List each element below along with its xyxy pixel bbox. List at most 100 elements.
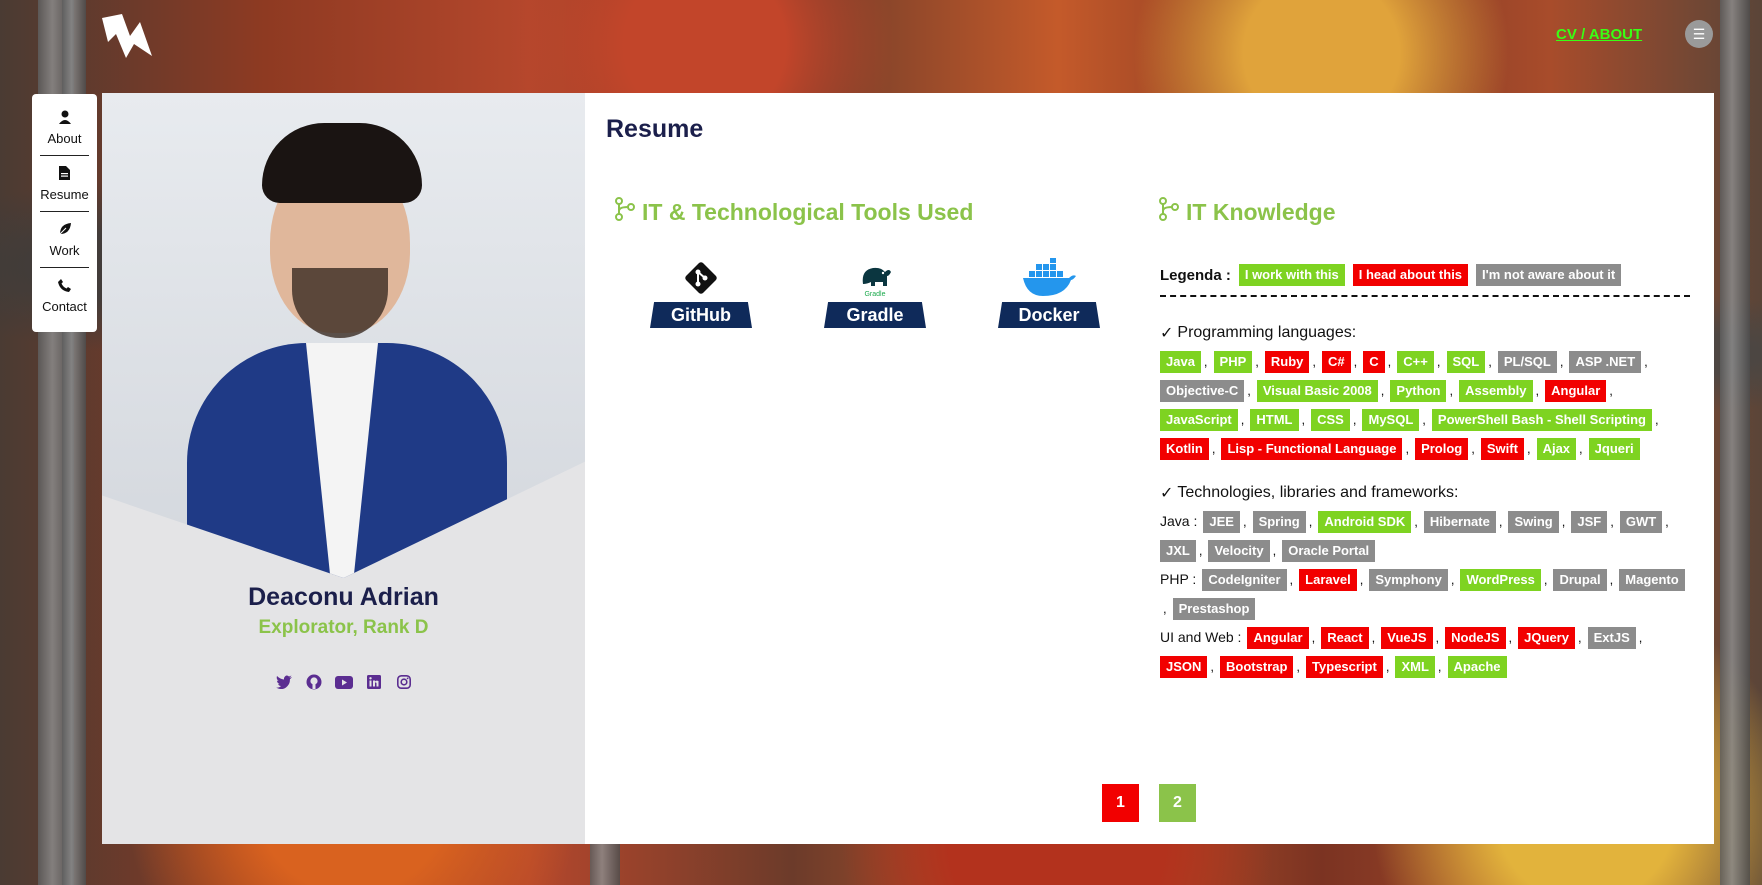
phone-icon (58, 278, 71, 296)
tag-separator: , (1449, 383, 1454, 398)
tool-label: GitHub (650, 302, 752, 328)
skill-tag: Symphony (1369, 569, 1448, 591)
legend-tag: I'm not aware about it (1476, 264, 1622, 286)
tag-separator: , (1203, 354, 1208, 369)
tag-separator: , (1471, 441, 1475, 456)
tag-separator: , (1211, 441, 1216, 456)
tag-separator: , (1414, 514, 1418, 529)
skill-tag: JSON (1160, 656, 1208, 678)
tag-separator: , (1610, 514, 1614, 529)
legend-tag: I head about this (1352, 264, 1469, 286)
branch-icon (614, 197, 636, 227)
site-logo[interactable] (100, 12, 154, 60)
tag-separator: , (1255, 354, 1259, 369)
skill-tag: JSF (1571, 511, 1608, 533)
tag-separator: , (1422, 412, 1426, 427)
tag-separator: , (1198, 543, 1203, 558)
skill-tag: Spring (1252, 511, 1306, 533)
page-button-1[interactable]: 1 (1102, 784, 1139, 822)
skill-tag: JavaScript (1160, 409, 1238, 431)
skill-tag: Magento (1619, 569, 1685, 591)
cv-about-link[interactable]: CV / ABOUT (1556, 26, 1642, 43)
menu-icon[interactable]: ☰ (1685, 20, 1713, 48)
skill-tag: ExtJS (1587, 627, 1636, 649)
skill-tag: Android SDK (1318, 511, 1412, 533)
skill-tag: Apache (1447, 656, 1507, 678)
tag-separator: , (1435, 630, 1440, 645)
tag-separator: , (1526, 441, 1531, 456)
nav-item-about[interactable]: About (40, 100, 89, 156)
check-icon: ✓ (1160, 485, 1174, 502)
tag-separator: , (1498, 514, 1503, 529)
tag-separator: , (1240, 412, 1245, 427)
tool-gradle: Gradle Gradle (824, 258, 926, 328)
skill-tag: Angular (1247, 627, 1309, 649)
page-title: Resume (606, 115, 704, 143)
check-icon: ✓ (1160, 325, 1174, 342)
tag-separator: , (1488, 354, 1492, 369)
tag-separator: , (1561, 514, 1566, 529)
frameworks-list: Java : JEE, Spring, Android SDK, Hibernate, S… (1160, 507, 1690, 681)
skill-tag: Angular (1545, 380, 1607, 402)
profile-photo (102, 93, 585, 578)
github-icon[interactable] (305, 673, 323, 691)
skill-tag: WordPress (1460, 569, 1541, 591)
linkedin-icon[interactable] (365, 673, 383, 691)
skill-tag: Swift (1480, 438, 1524, 460)
tag-separator: , (1609, 572, 1614, 587)
tag-separator: , (1247, 383, 1251, 398)
svg-text:Gradle: Gradle (864, 291, 885, 298)
skill-tag: Prolog (1415, 438, 1469, 460)
skill-tag: Java (1160, 351, 1201, 373)
nav-item-contact[interactable]: Contact (40, 268, 89, 324)
nav-item-work[interactable]: Work (40, 212, 89, 268)
background-tree (590, 840, 620, 885)
tool-label: Docker (998, 302, 1100, 328)
tag-separator: , (1508, 630, 1513, 645)
tag-separator: , (1301, 412, 1306, 427)
git-icon (650, 258, 752, 298)
tools-list: GitHub Gradle Gradle Docker (650, 258, 1100, 328)
nav-label: Resume (40, 186, 89, 202)
profile-card: Deaconu Adrian Explorator, Rank D (102, 93, 585, 844)
tag-separator: , (1296, 659, 1301, 674)
framework-group-label: PHP : (1160, 571, 1197, 587)
framework-group: PHP : CodeIgniter, Laravel, Symphony, WordPr… (1160, 565, 1690, 623)
skill-tag: GWT (1619, 511, 1663, 533)
skill-tag: HTML (1250, 409, 1299, 431)
branch-icon (1158, 197, 1180, 227)
youtube-icon[interactable] (334, 673, 353, 691)
skill-tag: Drupal (1553, 569, 1607, 591)
tag-separator: , (1437, 659, 1442, 674)
frameworks-heading: ✓ Technologies, libraries and frameworks… (1160, 484, 1459, 502)
legend-label: Legenda : (1160, 266, 1231, 284)
twitter-icon[interactable] (275, 673, 293, 691)
pagination: 12 (1102, 784, 1196, 822)
side-nav: About Resume Work Contact (32, 94, 97, 332)
instagram-icon[interactable] (395, 673, 413, 691)
skill-tag: SQL (1446, 351, 1486, 373)
skill-tag: JEE (1203, 511, 1240, 533)
skill-tag: Assembly (1459, 380, 1533, 402)
skill-tag: PHP (1213, 351, 1253, 373)
skill-tag: Laravel (1299, 569, 1357, 591)
nav-item-resume[interactable]: Resume (40, 156, 89, 212)
gradle-icon: Gradle (824, 258, 926, 298)
skill-tag: Velocity (1208, 540, 1270, 562)
legend-tag: I work with this (1238, 264, 1345, 286)
tag-separator: , (1289, 572, 1294, 587)
tag-separator: , (1353, 354, 1358, 369)
tag-separator: , (1436, 354, 1441, 369)
tag-separator: , (1242, 514, 1247, 529)
page-button-2[interactable]: 2 (1159, 784, 1196, 822)
skill-tag: C# (1322, 351, 1351, 373)
tag-separator: , (1405, 441, 1410, 456)
resume-panel: Resume IT & Technological Tools Used Git… (585, 93, 1714, 844)
skill-tag: NodeJS (1445, 627, 1506, 649)
tool-github: GitHub (650, 258, 752, 328)
skill-tag: Typescript (1306, 656, 1383, 678)
legend: Legenda : I work with this I head about t… (1160, 261, 1690, 297)
skill-tag: JQuery (1518, 627, 1575, 649)
tag-separator: , (1210, 659, 1215, 674)
tag-separator: , (1385, 659, 1390, 674)
